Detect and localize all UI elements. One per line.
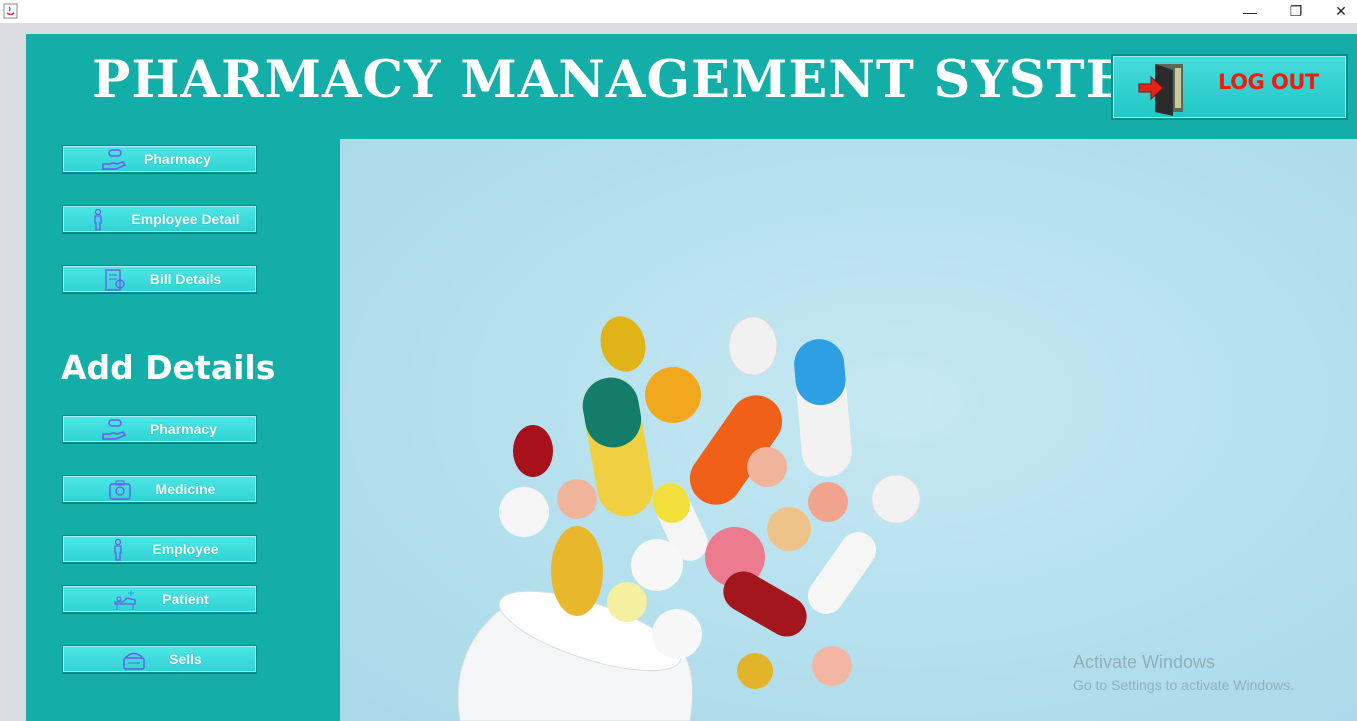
add-item-label: Employee (152, 541, 219, 557)
add-item-sells[interactable]: Sells (62, 645, 257, 673)
add-details-heading: Add Details (61, 348, 276, 387)
pills-photo (340, 139, 1357, 721)
minimize-button[interactable]: — (1227, 0, 1273, 23)
add-item-pharmacy[interactable]: Pharmacy (62, 415, 257, 443)
sidebar-item-label: Employee Detail (131, 211, 240, 227)
add-item-label: Pharmacy (150, 421, 217, 437)
sidebar-item-label: Bill Details (149, 271, 222, 287)
add-item-employee[interactable]: Employee (62, 535, 257, 563)
add-item-label: Medicine (155, 481, 216, 497)
activate-windows-title: Activate Windows (1073, 652, 1216, 672)
sidebar-item-bill-details[interactable]: Bill Details (62, 265, 257, 293)
logout-button[interactable]: LOG OUT (1111, 54, 1348, 120)
exit-door-icon (1138, 64, 1183, 116)
restore-button[interactable]: ❐ (1273, 0, 1319, 23)
sidebar-item-label: Pharmacy (144, 151, 211, 167)
window-border-top (0, 23, 1357, 34)
java-app-icon (3, 3, 18, 19)
add-item-label: Patient (162, 591, 209, 607)
add-item-medicine[interactable]: Medicine (62, 475, 257, 503)
add-item-label: Sells (169, 651, 202, 667)
activate-windows-subtitle: Go to Settings to activate Windows. (1073, 677, 1294, 693)
logout-label: LOG OUT (1218, 70, 1319, 94)
pills-illustration (457, 316, 921, 721)
window-border-left (0, 23, 26, 721)
page-title: PHARMACY MANAGEMENT SYSTEM (92, 50, 1183, 110)
sidebar-item-pharmacy[interactable]: Pharmacy (62, 145, 257, 173)
sidebar-item-employee-detail[interactable]: Employee Detail (62, 205, 257, 233)
window-titlebar: — ❐ ✕ (0, 0, 1357, 23)
close-button[interactable]: ✕ (1318, 0, 1357, 23)
add-item-patient[interactable]: Patient (62, 585, 257, 613)
